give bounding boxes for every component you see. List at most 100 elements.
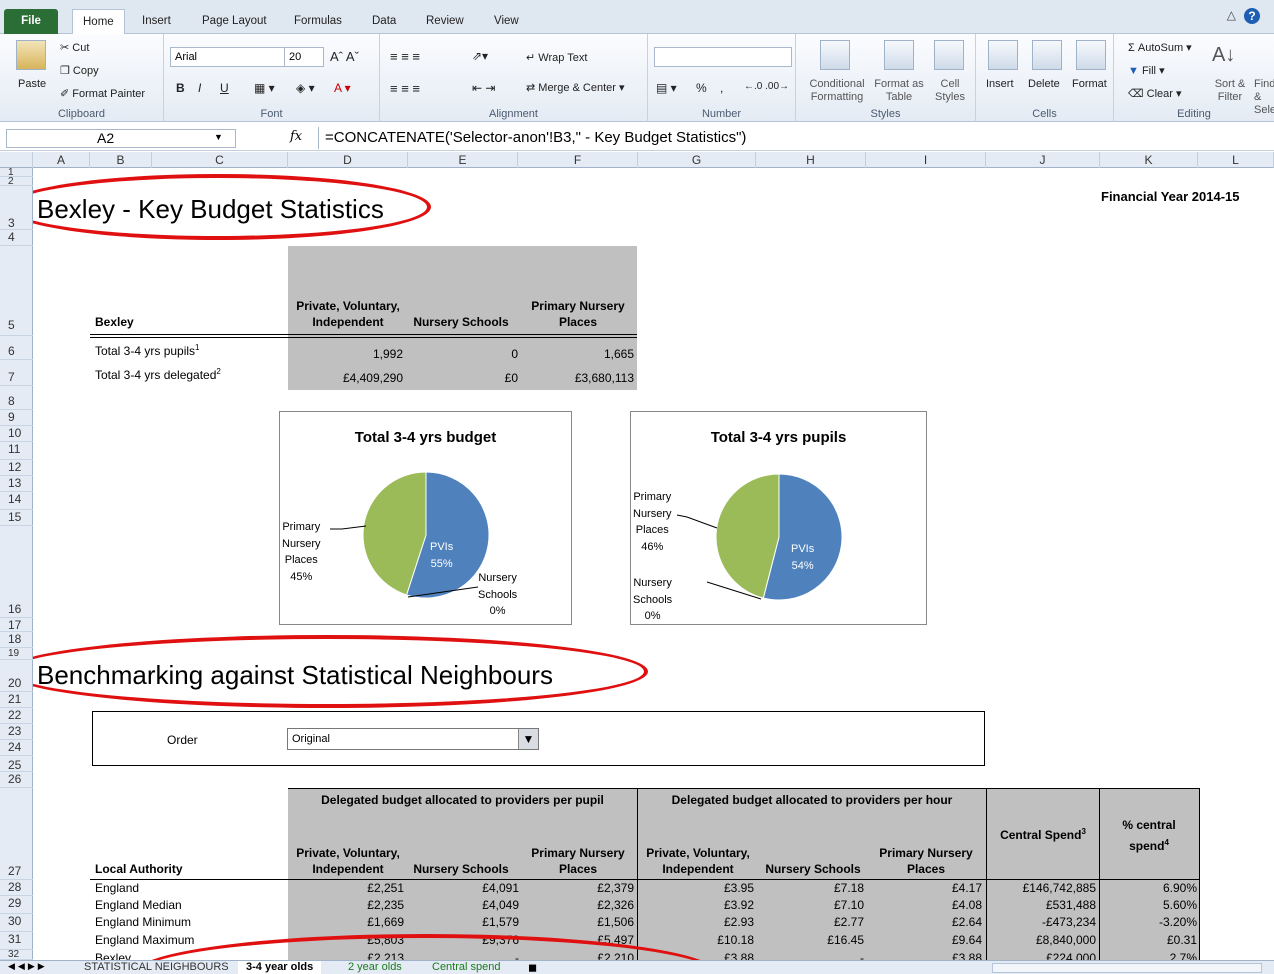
benchmark-cell[interactable]: £2.77	[758, 915, 864, 929]
merge-center-button[interactable]: ⇄ Merge & Center ▾	[526, 81, 625, 94]
benchmark-cell[interactable]: -3.20%	[1101, 915, 1197, 929]
row-header[interactable]: 21	[0, 692, 33, 708]
summary-cell[interactable]: £0	[413, 371, 518, 385]
row-header[interactable]: 11	[0, 442, 33, 460]
row-header[interactable]: 12	[0, 460, 33, 476]
benchmark-header-la[interactable]: Local Authority	[95, 862, 183, 876]
benchmark-la-cell[interactable]: England Maximum	[95, 933, 194, 947]
column-header[interactable]: L	[1198, 152, 1274, 168]
benchmark-cell[interactable]: 2.7%	[1101, 951, 1197, 960]
benchmark-cell[interactable]: £1,669	[291, 915, 404, 929]
column-header[interactable]: D	[288, 152, 408, 168]
benchmark-cell[interactable]: £16.45	[758, 933, 864, 947]
column-header[interactable]: B	[90, 152, 152, 168]
benchmark-cell[interactable]: £3.92	[638, 898, 754, 912]
row-header[interactable]: 2	[0, 177, 33, 187]
tab-review[interactable]: Review	[416, 9, 474, 34]
sort-filter-icon[interactable]: A↓	[1212, 44, 1235, 67]
summary-header-pnp[interactable]: Primary Nursery Places	[523, 298, 633, 330]
number-format-select[interactable]	[654, 47, 792, 67]
conditional-formatting-icon[interactable]	[820, 40, 850, 70]
benchmark-la-cell[interactable]: England Median	[95, 898, 182, 912]
column-header[interactable]: I	[866, 152, 986, 168]
fill-button[interactable]: ▼ Fill ▾	[1128, 64, 1165, 77]
minimize-ribbon-icon[interactable]: △	[1227, 8, 1236, 22]
benchmark-header-central[interactable]: Central Spend3	[988, 827, 1098, 842]
benchmark-cell[interactable]: £2,235	[291, 898, 404, 912]
sheet-nav-arrows-icon[interactable]: ◀◀▶▶	[8, 961, 48, 972]
insert-cells-icon[interactable]	[988, 40, 1018, 70]
dropdown-arrow-icon[interactable]: ▼	[518, 729, 538, 749]
benchmark-cell[interactable]: -	[758, 951, 864, 960]
align-left-icon[interactable]: ≡ ≡ ≡	[390, 81, 420, 96]
row-header[interactable]: 7	[0, 360, 33, 386]
benchmark-cell[interactable]: 5.60%	[1101, 898, 1197, 912]
financial-year[interactable]: Financial Year 2014-15	[1101, 189, 1240, 204]
benchmark-header-ns[interactable]: Nursery Schools	[411, 862, 511, 876]
borders-icon[interactable]: ▦ ▾	[254, 81, 275, 95]
summary-cell[interactable]: 0	[413, 347, 518, 361]
sort-filter-button[interactable]: Sort & Filter	[1208, 78, 1252, 104]
grow-font-icon[interactable]: Aˆ Aˇ	[330, 49, 359, 64]
delete-button[interactable]: Delete	[1028, 78, 1060, 90]
summary-area-header[interactable]: Bexley	[95, 315, 134, 329]
pie-chart-pupils[interactable]: Total 3-4 yrs pupils PVIs 54% Nursery Scho…	[630, 411, 927, 625]
tab-data[interactable]: Data	[362, 9, 406, 34]
row-header[interactable]: 10	[0, 426, 33, 442]
tab-page-layout[interactable]: Page Layout	[192, 9, 277, 34]
sheet-tab[interactable]: Central spend	[424, 961, 509, 974]
benchmark-cell[interactable]: £4.17	[871, 881, 982, 895]
column-header[interactable]: J	[986, 152, 1100, 168]
benchmark-cell[interactable]: £2.64	[871, 915, 982, 929]
benchmark-cell[interactable]: £4,049	[413, 898, 519, 912]
format-painter-button[interactable]: ✐ Format Painter	[60, 87, 145, 100]
summary-header-pvi[interactable]: Private, Voluntary, Independent	[288, 298, 408, 330]
row-header[interactable]: 19	[0, 648, 33, 660]
font-name-select[interactable]: Arial	[170, 47, 290, 67]
cell-styles-button[interactable]: Cell Styles	[928, 78, 972, 104]
bold-button[interactable]: B	[176, 81, 185, 95]
row-header[interactable]: 17	[0, 618, 33, 632]
row-header[interactable]: 31	[0, 932, 33, 950]
summary-cell[interactable]: £4,409,290	[291, 371, 403, 385]
row-header[interactable]: 1	[0, 168, 33, 178]
tab-file[interactable]: File	[4, 9, 58, 34]
comma-button[interactable]: ,	[720, 81, 723, 95]
row-header[interactable]: 14	[0, 492, 33, 510]
benchmark-header-pvi[interactable]: Private, Voluntary, Independent	[288, 845, 408, 877]
column-header[interactable]: E	[408, 152, 518, 168]
row-header[interactable]: 26	[0, 772, 33, 788]
benchmark-header-pvi-hour[interactable]: Private, Voluntary, Independent	[638, 845, 758, 877]
benchmark-cell[interactable]: £8,840,000	[988, 933, 1096, 947]
row-header[interactable]: 25	[0, 756, 33, 772]
tab-home[interactable]: Home	[72, 9, 125, 34]
name-box[interactable]: A2	[6, 129, 236, 148]
format-button[interactable]: Format	[1072, 78, 1107, 90]
row-header[interactable]: 29	[0, 896, 33, 914]
row-header[interactable]: 30	[0, 914, 33, 932]
benchmark-cell[interactable]: £9.64	[871, 933, 982, 947]
name-box-dropdown-icon[interactable]: ▼	[214, 132, 223, 142]
row-header[interactable]: 20	[0, 660, 33, 692]
currency-icon[interactable]: ▤ ▾	[656, 81, 677, 95]
benchmark-header-perpupil[interactable]: Delegated budget allocated to providers …	[288, 793, 637, 807]
row-header[interactable]: 13	[0, 476, 33, 492]
column-header[interactable]: F	[518, 152, 638, 168]
benchmark-header-perhour[interactable]: Delegated budget allocated to providers …	[638, 793, 986, 807]
row-header[interactable]: 32	[0, 950, 33, 960]
help-icon[interactable]: ?	[1244, 8, 1260, 24]
top-align-icon[interactable]: ≡ ≡ ≡	[390, 49, 420, 64]
benchmark-header-pct[interactable]: % central spend4	[1101, 817, 1197, 855]
benchmark-header-pnp[interactable]: Primary Nursery Places	[523, 845, 633, 877]
column-header[interactable]: A	[33, 152, 90, 168]
tab-formulas[interactable]: Formulas	[284, 9, 352, 34]
font-size-select[interactable]: 20	[284, 47, 324, 67]
underline-button[interactable]: U	[220, 81, 229, 95]
summary-cell[interactable]: 1,665	[523, 347, 634, 361]
row-header[interactable]: 24	[0, 740, 33, 756]
insert-button[interactable]: Insert	[986, 78, 1014, 90]
clear-button[interactable]: ⌫ Clear ▾	[1128, 87, 1182, 100]
summary-row-pupils-label[interactable]: Total 3-4 yrs pupils1	[95, 343, 200, 358]
pie-chart-budget[interactable]: Total 3-4 yrs budget PVIs 55% Nursery Scho…	[279, 411, 572, 625]
sheet-tab-active[interactable]: 3-4 year olds	[238, 961, 322, 974]
